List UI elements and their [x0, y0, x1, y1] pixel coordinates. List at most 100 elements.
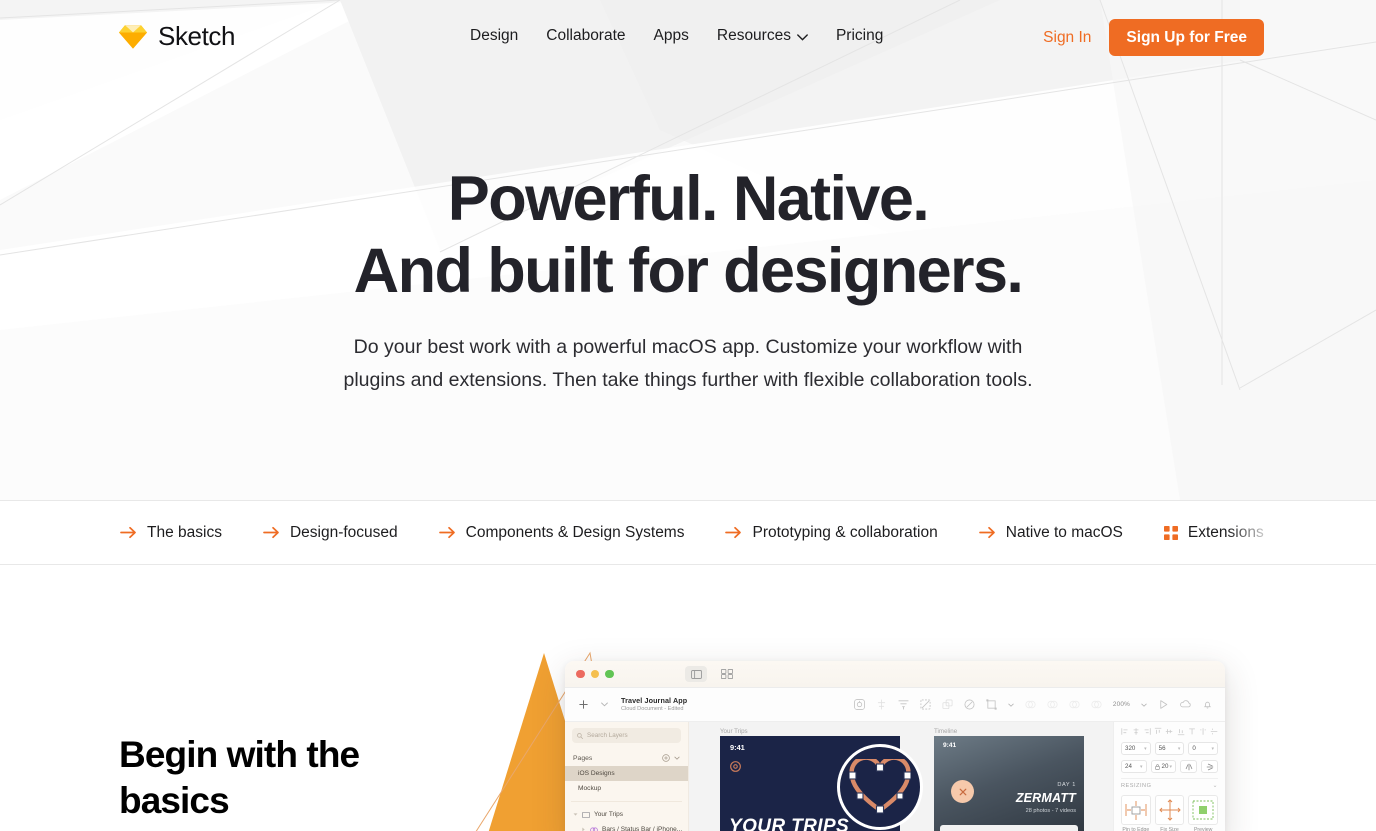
rotation-stepper[interactable]: ▾	[1212, 746, 1215, 752]
pages-chevron-down-icon[interactable]	[674, 756, 680, 760]
layer-row-bars-status-bar[interactable]: Bars / Status Bar / iPhone...	[565, 822, 688, 831]
text-tool-icon[interactable]	[1188, 727, 1196, 736]
x-position-stepper[interactable]: ▾	[1140, 764, 1143, 770]
distribute-horizontal-icon[interactable]	[1199, 727, 1207, 736]
height-stepper[interactable]: ▾	[1178, 746, 1181, 752]
section-tab-prototyping-collaboration[interactable]: Prototyping & collaboration	[725, 524, 978, 542]
mask-icon[interactable]	[920, 699, 931, 710]
add-page-icon[interactable]	[662, 754, 670, 762]
height-field[interactable]: 56 ▾	[1154, 742, 1185, 755]
close-circle-button[interactable]	[951, 780, 974, 803]
y-position-stepper[interactable]: ▾	[1169, 764, 1172, 770]
distribute-icon[interactable]	[898, 699, 909, 710]
section-tab-label: Design-focused	[289, 523, 398, 541]
x-position-field[interactable]: 24 ▾	[1121, 760, 1147, 773]
nav-item-collaborate[interactable]: Collaborate	[532, 24, 639, 48]
zoom-level-value[interactable]: 200%	[1113, 701, 1130, 708]
resizing-option-preview[interactable]: Preview	[1188, 795, 1219, 831]
minimize-window-button[interactable]	[590, 669, 599, 679]
artboard2-place-label: ZERMATT	[1015, 791, 1076, 805]
sketch-landing-page: Sketch Design Collaborate Apps Resources	[0, 0, 1376, 831]
artboard2-meta-label: 28 photos - 7 videos	[1025, 808, 1076, 814]
section-tab-components-design-systems[interactable]: Components & Design Systems	[438, 524, 726, 542]
section-tab-the-basics[interactable]: The basics	[120, 524, 263, 542]
resizing-label: RESIZING	[1121, 782, 1152, 789]
section-tab-native-to-macos[interactable]: Native to macOS	[978, 524, 1164, 542]
page-label: iOS Designs	[578, 770, 615, 777]
app-title-bar	[565, 661, 1225, 688]
disclosure-open-icon[interactable]	[573, 812, 578, 817]
page-title: Powerful. Native. And built for designer…	[0, 163, 1376, 307]
nav-label: Apps	[653, 27, 689, 44]
brand-logo-link[interactable]: Sketch	[118, 21, 235, 52]
zoom-dropdown-chevron-icon[interactable]	[1141, 703, 1147, 707]
arrow-right-icon	[120, 526, 136, 539]
layer-row-your-trips[interactable]: Your Trips	[565, 807, 688, 822]
document-title-block: Travel Journal App Cloud Document - Edit…	[621, 696, 729, 713]
align-bottom-icon[interactable]	[1177, 727, 1185, 736]
artboard-label-timeline[interactable]: Timeline	[934, 728, 957, 735]
align-left-icon[interactable]	[1121, 727, 1129, 736]
heart-shape-editor[interactable]	[837, 744, 923, 830]
nav-item-design[interactable]: Design	[470, 24, 532, 48]
flip-vertical-button[interactable]	[1201, 760, 1218, 773]
nav-item-apps[interactable]: Apps	[640, 24, 703, 48]
design-canvas[interactable]: Your Trips 9:41 YOUR TRIPS Timeline 9:41…	[689, 722, 1113, 831]
page-item-ios-designs[interactable]: iOS Designs	[565, 766, 688, 781]
section-tab-design-focused[interactable]: Design-focused	[263, 524, 439, 542]
layers-sidebar: Search Layers Pages iOS Designs Mockup Y…	[565, 722, 689, 831]
toggle-layers-panel-button[interactable]	[685, 666, 707, 682]
sign-up-button[interactable]: Sign Up for Free	[1109, 19, 1264, 56]
transform-dropdown-chevron-icon[interactable]	[1008, 703, 1014, 707]
subtract-boolean-icon[interactable]	[1047, 699, 1058, 710]
search-layers-input[interactable]: Search Layers	[572, 728, 681, 743]
page-item-mockup[interactable]: Mockup	[565, 781, 688, 796]
nav-item-pricing[interactable]: Pricing	[822, 24, 897, 48]
components-view-button[interactable]	[716, 666, 738, 682]
intersect-boolean-icon[interactable]	[1069, 699, 1080, 710]
disclosure-closed-icon[interactable]	[581, 827, 586, 831]
transform-icon[interactable]	[986, 699, 997, 710]
close-window-button[interactable]	[576, 669, 585, 679]
rotate-copies-icon[interactable]	[942, 699, 953, 710]
height-value: 56	[1158, 745, 1166, 752]
insert-dropdown-chevron-icon[interactable]	[601, 702, 608, 707]
sign-in-link[interactable]: Sign In	[1043, 20, 1091, 56]
header-actions: Sign In Sign Up for Free	[1043, 19, 1264, 56]
component-icon[interactable]	[853, 699, 865, 710]
layers-panel-icon	[690, 669, 702, 679]
distribute-vertical-icon[interactable]	[1210, 727, 1218, 736]
resizing-option-fix-size[interactable]: Fix Size	[1154, 795, 1185, 831]
zoom-window-button[interactable]	[605, 669, 614, 679]
align-center-vertical-icon[interactable]	[1165, 727, 1173, 736]
flip-horizontal-button[interactable]	[1180, 760, 1197, 773]
union-boolean-icon[interactable]	[1025, 699, 1036, 710]
align-center-horizontal-icon[interactable]	[1132, 727, 1140, 736]
align-right-icon[interactable]	[1143, 727, 1151, 736]
flip-vertical-icon	[1206, 763, 1213, 770]
preview-play-icon[interactable]	[1158, 699, 1169, 710]
edit-shape-icon[interactable]	[964, 699, 975, 710]
align-top-icon[interactable]	[1154, 727, 1162, 736]
resizing-option-pin-to-edge[interactable]: Pin to Edge	[1121, 795, 1151, 831]
titlebar-tools	[685, 666, 738, 682]
insert-plus-icon[interactable]	[579, 700, 588, 709]
width-field[interactable]: 320 ▾	[1121, 742, 1151, 755]
cloud-icon[interactable]	[1180, 699, 1191, 710]
align-icon[interactable]	[876, 699, 887, 710]
app-mockup: Travel Journal App Cloud Document - Edit…	[470, 635, 1260, 831]
symbol-icon	[590, 827, 598, 831]
difference-boolean-icon[interactable]	[1091, 699, 1102, 710]
rotation-field[interactable]: 0 ▾	[1188, 742, 1219, 755]
section-tab-extensions[interactable]: Extensions	[1163, 524, 1305, 542]
resizing-section-header[interactable]: RESIZING ⌄	[1121, 778, 1218, 792]
nav-item-resources[interactable]: Resources	[703, 24, 822, 48]
width-stepper[interactable]: ▾	[1144, 746, 1147, 752]
artboard-label-your-trips[interactable]: Your Trips	[720, 728, 748, 735]
y-position-field[interactable]: 20 ▾	[1150, 760, 1176, 773]
resizing-collapse-chevron-icon[interactable]: ⌄	[1212, 782, 1218, 789]
heart-icon	[849, 759, 911, 814]
lock-icon[interactable]	[1154, 763, 1160, 770]
artboard-timeline[interactable]: 9:41 DAY 1 ZERMATT 28 photos - 7 videos	[934, 736, 1084, 831]
notifications-bell-icon[interactable]	[1202, 699, 1213, 710]
